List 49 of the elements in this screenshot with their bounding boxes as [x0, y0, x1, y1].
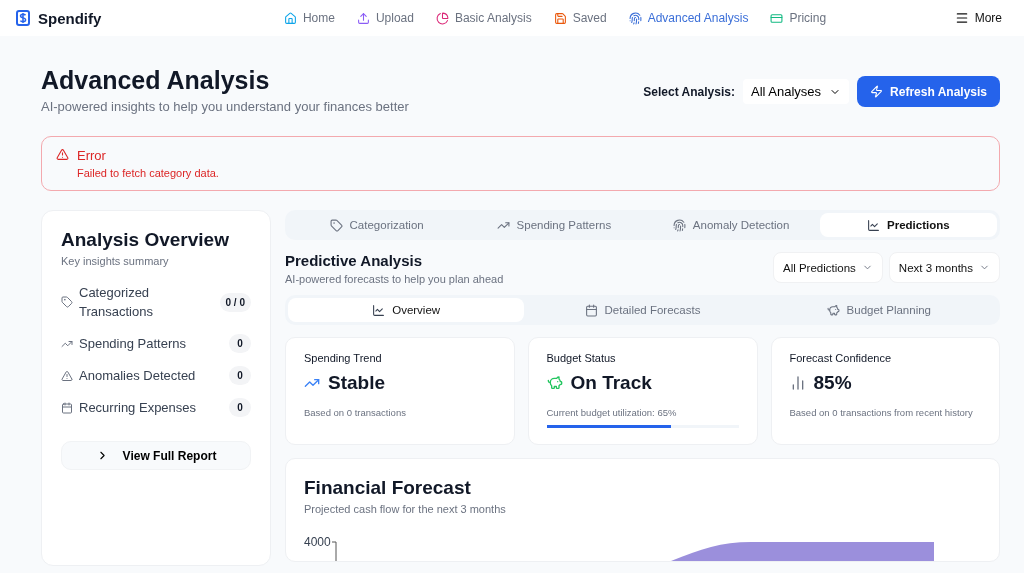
overview-title: Analysis Overview — [61, 229, 230, 251]
forecast-tab[interactable]: Overview — [288, 298, 525, 322]
forecast-subtitle: Projected cash flow for the next 3 months — [304, 503, 507, 515]
count-badge: 0 — [229, 398, 251, 417]
nav-link[interactable]: Home — [283, 11, 335, 25]
analysis-tab[interactable]: Anomaly Detection — [642, 213, 820, 237]
stat-title: Budget Status — [546, 352, 617, 364]
overview-label: Recurring Expenses — [79, 399, 198, 417]
refresh-button[interactable]: Refresh Analysis — [857, 76, 1000, 107]
page-subtitle: AI-powered insights to help you understand your finances better — [41, 99, 409, 114]
axis-tick-label: 4000 — [304, 535, 331, 549]
view-report-button[interactable]: View Full Report — [61, 441, 251, 470]
stat-title: Spending Trend — [304, 352, 383, 364]
overview-label: Anomalies Detected — [79, 367, 197, 385]
analysis-tab[interactable]: Categorization — [288, 213, 466, 237]
stat-note: Based on 0 transactions — [304, 406, 407, 419]
count-badge: 0 / 0 — [219, 292, 251, 312]
error-title: Error — [77, 148, 107, 163]
more-menu-button[interactable]: More — [948, 10, 1008, 26]
analysis-select[interactable]: All Analyses — [742, 79, 850, 104]
stat-note: Current budget utilization: 65% — [546, 406, 678, 419]
stat-value: On Track — [570, 372, 652, 394]
nav-link[interactable]: Basic Analysis — [435, 11, 532, 25]
nav-link[interactable]: Upload — [356, 11, 414, 25]
analysis-tab[interactable]: Predictions — [819, 213, 997, 237]
count-badge: 0 — [229, 334, 251, 353]
forecast-title: Financial Forecast — [304, 477, 472, 499]
forecast-tab[interactable]: Budget Planning — [760, 298, 997, 322]
forecast-tab[interactable]: Detailed Forecasts — [524, 298, 761, 322]
stat-title: Forecast Confidence — [789, 352, 892, 364]
stat-value: 85% — [813, 372, 852, 394]
brand-name: Spendify — [38, 9, 102, 27]
stat-value: Stable — [328, 372, 386, 394]
nav-link[interactable]: Saved — [553, 11, 607, 25]
nav-link[interactable]: Pricing — [770, 11, 827, 25]
filter-dropdown[interactable]: Next 3 months — [888, 252, 1000, 283]
analysis-tab[interactable]: Spending Patterns — [465, 213, 643, 237]
filter-dropdown[interactable]: All Predictions — [772, 252, 883, 283]
section-subtitle: AI-powered forecasts to help you plan ahead — [285, 273, 504, 285]
section-title: Predictive Analysis — [285, 252, 423, 269]
page-title: Advanced Analysis — [41, 66, 271, 95]
stat-note: Based on 0 transactions from recent history — [789, 406, 974, 419]
nav-link[interactable]: Advanced Analysis — [628, 11, 749, 25]
overview-label: Categorized Transactions — [79, 284, 154, 321]
overview-label: Spending Patterns — [79, 335, 187, 353]
overview-subtitle: Key insights summary — [61, 255, 170, 267]
count-badge: 0 — [229, 366, 251, 385]
error-message: Failed to fetch category data. — [77, 167, 219, 179]
select-label: Select Analysis: — [643, 84, 735, 99]
